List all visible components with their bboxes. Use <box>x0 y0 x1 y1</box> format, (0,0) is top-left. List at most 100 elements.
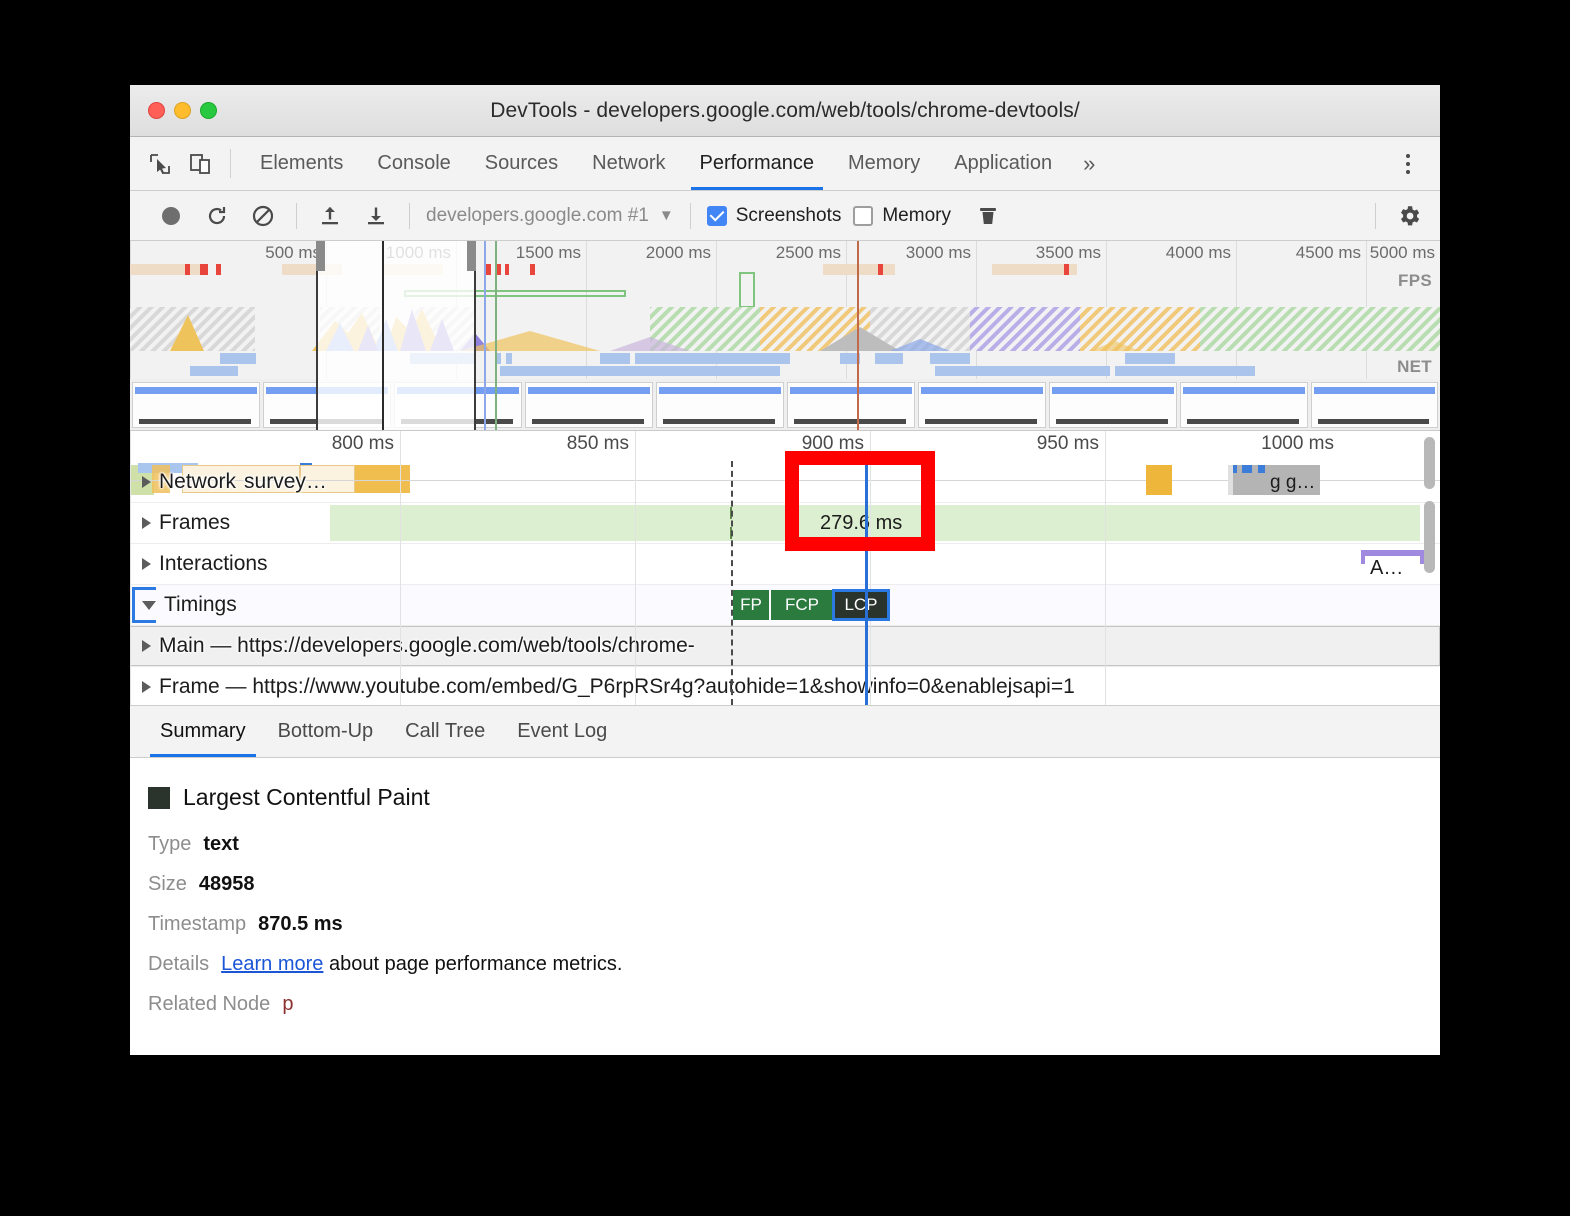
detail-ruler: ms 800 ms 850 ms 900 ms 950 ms 1000 ms <box>130 431 1440 705</box>
toolbar-divider-5 <box>689 202 691 229</box>
overview-tick: 2500 ms <box>775 243 841 262</box>
memory-checkbox[interactable]: Memory <box>847 205 957 227</box>
overview-tick: 5000 ms <box>1369 243 1435 262</box>
details-tab-bar: Summary Bottom-Up Call Tree Event Log <box>130 706 1440 758</box>
related-node-value[interactable]: p <box>282 993 293 1016</box>
memory-label: Memory <box>882 204 951 226</box>
overview-fcp-line <box>484 241 486 430</box>
toolbar-divider <box>230 149 231 178</box>
detail-scrollbar-thumb[interactable] <box>1424 501 1435 573</box>
row-value: 48958 <box>198 873 255 895</box>
overview-tick: 4500 ms <box>1295 243 1361 262</box>
tab-label: Sources <box>484 152 559 174</box>
row-value: text <box>203 833 239 855</box>
timeline-overview[interactable]: 500 ms 1000 ms 1500 ms 2000 ms 2500 ms 3… <box>130 241 1440 431</box>
tab-application[interactable]: Application <box>937 137 1069 190</box>
selection-right-handle[interactable] <box>467 241 476 271</box>
tab-sources[interactable]: Sources <box>468 137 575 190</box>
filmstrip-frame[interactable] <box>1180 382 1308 428</box>
summary-row-type: Type text <box>148 833 1440 856</box>
tab-memory[interactable]: Memory <box>831 137 937 190</box>
toolbar-divider-6 <box>1375 202 1376 229</box>
overview-tick: 1500 ms <box>515 243 581 262</box>
gear-icon[interactable] <box>1386 196 1432 236</box>
device-toolbar-icon[interactable] <box>186 150 214 178</box>
record-circle-icon[interactable] <box>148 196 194 236</box>
tab-network[interactable]: Network <box>575 137 682 190</box>
clear-icon[interactable] <box>240 196 286 236</box>
screenshots-checkbox[interactable]: Screenshots <box>701 205 848 227</box>
filmstrip-frame[interactable] <box>525 382 653 428</box>
selection-left-handle[interactable] <box>316 241 325 271</box>
row-key: Type <box>148 833 192 855</box>
window-title-bar: DevTools - developers.google.com/web/too… <box>130 85 1440 137</box>
tab-label: Elements <box>260 152 344 174</box>
tab-call-tree[interactable]: Call Tree <box>389 706 501 757</box>
filmstrip-frame[interactable] <box>787 382 915 428</box>
more-tabs-icon[interactable]: » <box>1069 137 1109 190</box>
reload-record-icon[interactable] <box>194 196 240 236</box>
timing-marker-label: FP <box>740 595 762 614</box>
overview-marker-line <box>382 241 384 430</box>
filmstrip-frame[interactable] <box>656 382 784 428</box>
tab-bar-right <box>1389 137 1440 190</box>
timing-marker-fp[interactable]: FP <box>733 590 769 620</box>
recording-target-select[interactable]: developers.google.com #1 ▼ <box>420 205 680 227</box>
tab-elements[interactable]: Elements <box>243 137 360 190</box>
window-title: DevTools - developers.google.com/web/too… <box>490 98 1080 122</box>
main-menu-icon[interactable] <box>1390 153 1426 174</box>
detail-tick: 950 ms <box>1036 433 1099 454</box>
tab-summary[interactable]: Summary <box>144 706 262 757</box>
tab-label: Network <box>592 152 666 174</box>
checkbox-box <box>853 205 874 226</box>
tab-label: Performance <box>699 152 815 174</box>
fcp-dashed-marker <box>731 461 733 705</box>
timing-marker-label: LCP <box>844 595 878 614</box>
filmstrip-frame[interactable] <box>918 382 1046 428</box>
collect-garbage-icon[interactable] <box>965 196 1011 236</box>
toolbar-divider-3 <box>296 202 297 229</box>
save-profile-icon[interactable] <box>353 196 399 236</box>
summary-row-details: Details Learn more about page performanc… <box>148 953 1440 976</box>
overview-selection-window[interactable] <box>316 241 476 430</box>
filmstrip-frame[interactable] <box>1311 382 1438 428</box>
detail-tick: 900 ms <box>801 433 864 454</box>
timeline-detail[interactable]: ms 800 ms 850 ms 900 ms 950 ms 1000 ms <box>130 431 1440 706</box>
filmstrip-frame[interactable] <box>1049 382 1177 428</box>
event-color-swatch <box>148 786 170 809</box>
timing-marker-fcp[interactable]: FCP <box>771 590 833 620</box>
devtools-tab-bar: Elements Console Sources Network Perform… <box>130 137 1440 191</box>
tab-console[interactable]: Console <box>360 137 467 190</box>
tab-label: Console <box>377 152 451 174</box>
more-tabs-label: » <box>1083 150 1096 176</box>
learn-more-link[interactable]: Learn more <box>221 953 323 975</box>
toolbar-divider-4 <box>409 202 410 229</box>
overview-tick: 500 ms <box>265 243 321 262</box>
panel-tabs: Elements Console Sources Network Perform… <box>243 137 1109 190</box>
tool-icons <box>130 137 214 190</box>
performance-toolbar: developers.google.com #1 ▼ Screenshots M… <box>130 191 1440 241</box>
tab-event-log[interactable]: Event Log <box>501 706 623 757</box>
tab-label: Memory <box>848 152 921 174</box>
tab-bottom-up[interactable]: Bottom-Up <box>262 706 390 757</box>
lcp-time-marker <box>865 461 868 705</box>
load-profile-icon[interactable] <box>307 196 353 236</box>
filmstrip-frame[interactable] <box>132 382 260 428</box>
tab-label: Summary <box>160 720 246 742</box>
row-key: Details <box>148 953 210 975</box>
inspect-cursor-icon[interactable] <box>146 150 174 178</box>
overview-lcp-line <box>495 241 497 430</box>
detail-scrollbar-thumb-top[interactable] <box>1424 437 1435 489</box>
overview-load-line <box>857 241 859 430</box>
tab-performance[interactable]: Performance <box>683 137 832 190</box>
row-value: 870.5 ms <box>258 913 343 935</box>
overview-tick: 3500 ms <box>1035 243 1101 262</box>
overview-tick: 3000 ms <box>905 243 971 262</box>
details-panel: Summary Bottom-Up Call Tree Event Log La… <box>130 706 1440 1055</box>
tab-label: Bottom-Up <box>277 720 374 742</box>
row-key: Related Node <box>148 993 271 1015</box>
timing-marker-lcp[interactable]: LCP <box>832 589 890 621</box>
summary-title: Largest Contentful Paint <box>183 784 430 810</box>
summary-title-row: Largest Contentful Paint <box>148 784 1440 811</box>
tab-label: Event Log <box>517 720 608 742</box>
